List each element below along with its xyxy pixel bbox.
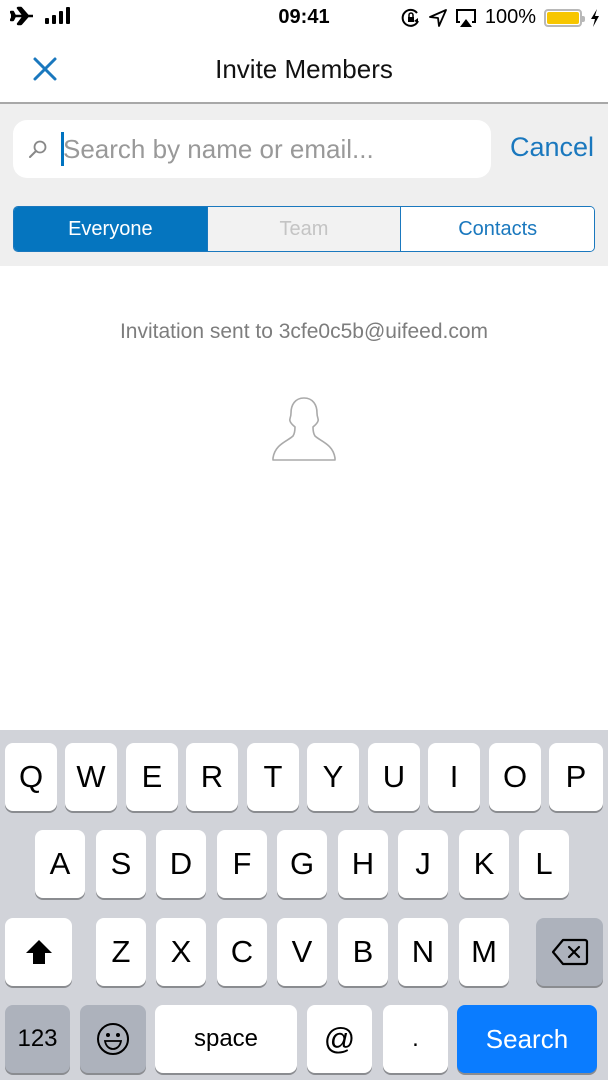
key-r[interactable]: R bbox=[186, 743, 238, 811]
dot-key[interactable]: . bbox=[383, 1005, 448, 1073]
search-icon bbox=[29, 140, 47, 158]
cancel-button[interactable]: Cancel bbox=[510, 132, 594, 163]
status-bar: 09:41 100% bbox=[0, 0, 608, 34]
segment-everyone[interactable]: Everyone bbox=[14, 207, 207, 251]
page-title: Invite Members bbox=[215, 54, 393, 84]
location-icon bbox=[428, 8, 447, 27]
person-icon bbox=[272, 397, 336, 461]
key-j[interactable]: J bbox=[398, 830, 448, 898]
key-n[interactable]: N bbox=[398, 918, 448, 986]
airplay-icon bbox=[455, 8, 476, 27]
segmented-control: Everyone Team Contacts bbox=[13, 206, 595, 252]
emoji-key[interactable] bbox=[80, 1005, 146, 1073]
segment-contacts[interactable]: Contacts bbox=[400, 207, 594, 251]
key-o[interactable]: O bbox=[489, 743, 541, 811]
invitation-message: Invitation sent to 3cfe0c5b@uifeed.com bbox=[119, 320, 489, 343]
key-m[interactable]: M bbox=[459, 918, 509, 986]
keyboard: Q W E R T Y U I O P A S D F G H J K L Z … bbox=[0, 730, 608, 1080]
key-q[interactable]: Q bbox=[5, 743, 57, 811]
key-b[interactable]: B bbox=[338, 918, 388, 986]
key-e[interactable]: E bbox=[126, 743, 178, 811]
segment-team[interactable]: Team bbox=[206, 207, 401, 251]
keyboard-row-3: Z X C V B N M bbox=[0, 918, 608, 988]
key-u[interactable]: U bbox=[368, 743, 420, 811]
key-l[interactable]: L bbox=[519, 830, 569, 898]
orientation-lock-icon bbox=[401, 8, 419, 27]
emoji-icon bbox=[97, 1023, 129, 1055]
key-v[interactable]: V bbox=[277, 918, 327, 986]
space-key[interactable]: space bbox=[155, 1005, 297, 1073]
navigation-bar: Invite Members bbox=[0, 34, 608, 104]
key-f[interactable]: F bbox=[217, 830, 267, 898]
shift-icon bbox=[25, 940, 52, 964]
search-key[interactable]: Search bbox=[457, 1005, 597, 1073]
key-d[interactable]: D bbox=[156, 830, 206, 898]
shift-key[interactable] bbox=[5, 918, 72, 986]
key-y[interactable]: Y bbox=[307, 743, 359, 811]
key-h[interactable]: H bbox=[338, 830, 388, 898]
key-t[interactable]: T bbox=[247, 743, 299, 811]
keyboard-row-4: 123 space @ . Search bbox=[0, 1005, 608, 1075]
search-box[interactable] bbox=[13, 120, 491, 178]
numbers-key[interactable]: 123 bbox=[5, 1005, 70, 1073]
key-a[interactable]: A bbox=[35, 830, 85, 898]
key-g[interactable]: G bbox=[277, 830, 327, 898]
key-c[interactable]: C bbox=[217, 918, 267, 986]
charging-icon bbox=[591, 8, 599, 27]
backspace-key[interactable] bbox=[536, 918, 603, 986]
key-w[interactable]: W bbox=[65, 743, 117, 811]
content-area: Invitation sent to 3cfe0c5b@uifeed.com bbox=[0, 266, 608, 730]
key-s[interactable]: S bbox=[96, 830, 146, 898]
search-input[interactable] bbox=[63, 120, 483, 178]
keyboard-row-1: Q W E R T Y U I O P bbox=[0, 743, 608, 813]
backspace-icon bbox=[551, 938, 588, 966]
search-area: Cancel Everyone Team Contacts bbox=[0, 104, 608, 266]
key-i[interactable]: I bbox=[428, 743, 480, 811]
battery-icon bbox=[544, 8, 585, 27]
key-p[interactable]: P bbox=[549, 743, 603, 811]
battery-percent: 100% bbox=[484, 6, 536, 28]
key-z[interactable]: Z bbox=[96, 918, 146, 986]
key-k[interactable]: K bbox=[459, 830, 509, 898]
key-x[interactable]: X bbox=[156, 918, 206, 986]
at-key[interactable]: @ bbox=[307, 1005, 372, 1073]
keyboard-row-2: A S D F G H J K L bbox=[0, 830, 608, 900]
